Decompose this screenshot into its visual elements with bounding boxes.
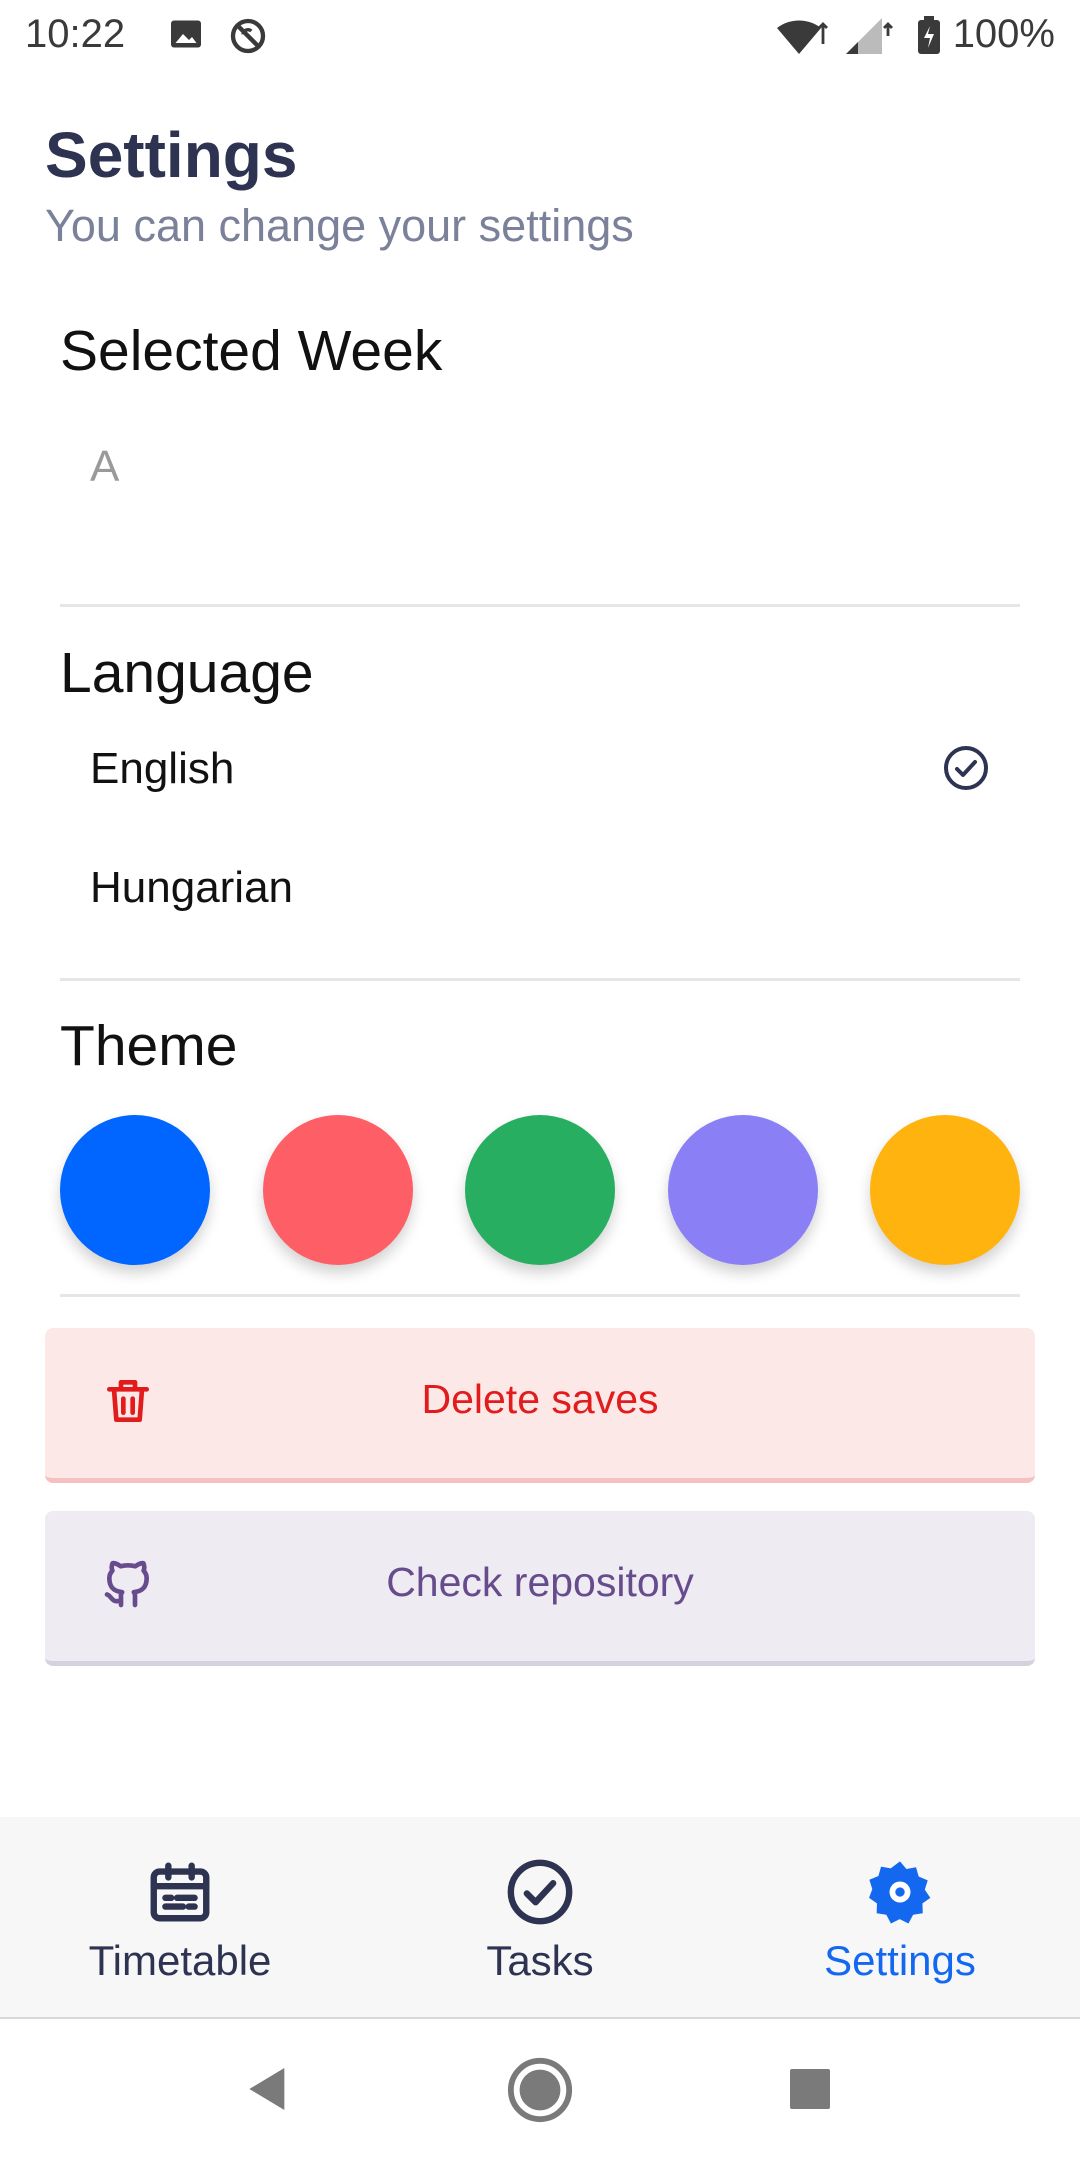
nav-label: Tasks: [486, 1937, 594, 1984]
selected-week-value[interactable]: A: [90, 442, 119, 492]
divider: [60, 1294, 1020, 1297]
language-title: Language: [60, 641, 314, 705]
nav-item-settings[interactable]: Settings: [720, 1817, 1080, 2017]
gear-icon: [865, 1857, 935, 1932]
check-repository-button[interactable]: Check repository: [45, 1511, 1035, 1666]
back-icon[interactable]: [240, 2061, 296, 2122]
system-nav-bar: [0, 2019, 1080, 2160]
battery-charging-icon: [916, 16, 942, 61]
divider: [60, 978, 1020, 981]
language-option-label: Hungarian: [90, 863, 294, 912]
bottom-nav: Timetable Tasks Settings: [0, 1817, 1080, 2019]
status-time: 10:22: [25, 12, 126, 56]
language-option-label: English: [90, 744, 235, 793]
delete-saves-button[interactable]: Delete saves: [45, 1328, 1035, 1483]
home-icon[interactable]: [505, 2055, 575, 2130]
theme-title: Theme: [60, 1014, 238, 1078]
battery-percent: 100%: [952, 12, 1055, 56]
delete-saves-label: Delete saves: [421, 1376, 659, 1422]
status-bar: 10:22 100%: [0, 0, 1080, 72]
nav-item-tasks[interactable]: Tasks: [360, 1817, 720, 2017]
nav-item-timetable[interactable]: Timetable: [0, 1817, 360, 2017]
language-option-english[interactable]: English: [90, 744, 990, 834]
calendar-icon: [145, 1857, 215, 1932]
theme-color-red[interactable]: [263, 1115, 413, 1265]
nav-label: Timetable: [88, 1937, 272, 1984]
divider: [60, 604, 1020, 607]
check-repository-label: Check repository: [386, 1559, 694, 1605]
theme-color-yellow[interactable]: [870, 1115, 1020, 1265]
image-icon: [168, 16, 204, 57]
nav-label: Settings: [824, 1937, 976, 1984]
theme-color-blue[interactable]: [60, 1115, 210, 1265]
selected-week-title: Selected Week: [60, 319, 443, 383]
check-circle-icon: [505, 1857, 575, 1932]
wifi-icon: [775, 16, 831, 61]
theme-color-green[interactable]: [465, 1115, 615, 1265]
signal-icon: [842, 16, 898, 61]
recents-icon[interactable]: [786, 2065, 834, 2118]
page-title: Settings: [45, 119, 298, 191]
page-subtitle: You can change your settings: [45, 200, 634, 251]
language-option-hungarian[interactable]: Hungarian: [90, 863, 990, 953]
check-circle-icon: [942, 744, 990, 803]
theme-color-purple[interactable]: [668, 1115, 818, 1265]
sync-off-icon: [228, 16, 268, 61]
